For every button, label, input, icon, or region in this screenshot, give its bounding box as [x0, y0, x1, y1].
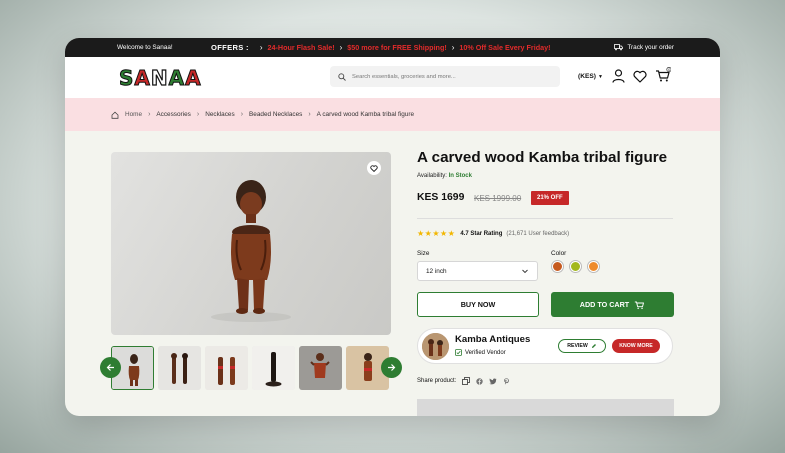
share-label: Share product:: [417, 378, 457, 384]
buy-now-button[interactable]: BUY NOW: [417, 292, 539, 317]
home-icon[interactable]: [111, 111, 119, 119]
verified-vendor-label: Verified Vendor: [465, 349, 506, 356]
announcement-bar: Welcome to Sanaa! OFFERS : › 24-Hour Fla…: [65, 38, 720, 57]
color-swatch-1[interactable]: [552, 261, 563, 272]
breadcrumb-current: A carved wood Kamba tribal figure: [316, 111, 415, 118]
thumbnails-next-button[interactable]: [381, 357, 402, 378]
currency-label: (KES): [578, 73, 596, 80]
chevron-down-icon: [522, 269, 528, 274]
chevron-right-icon: ›: [339, 43, 343, 52]
arrow-left-icon: [106, 364, 114, 371]
search-placeholder: Search essentials, groceries and more...: [352, 73, 456, 80]
availability-label: Availability:: [417, 173, 447, 179]
color-label: Color: [551, 250, 567, 257]
chevron-right-icon: ›: [240, 111, 244, 118]
chevron-right-icon: ›: [196, 111, 200, 118]
breadcrumb-accessories[interactable]: Accessories: [156, 111, 190, 118]
product-price: KES 1699: [417, 192, 465, 203]
thumbnails-prev-button[interactable]: [100, 357, 121, 378]
breadcrumb-home[interactable]: Home: [125, 111, 142, 118]
verified-vendor: Verified Vendor: [455, 349, 506, 356]
product-section: A carved wood Kamba tribal figure Availa…: [65, 131, 720, 416]
facebook-icon[interactable]: [476, 377, 484, 385]
size-select[interactable]: 12 inch: [417, 261, 538, 281]
vendor-card: Kamba Antiques Verified Vendor REVIEW KN…: [417, 328, 673, 364]
currency-selector[interactable]: (KES) ▼: [578, 73, 603, 80]
thumbnail-4[interactable]: [252, 346, 295, 390]
breadcrumb: Home › Accessories › Necklaces › Beaded …: [65, 98, 720, 131]
add-to-cart-button[interactable]: ADD TO CART: [551, 292, 674, 317]
color-swatch-3[interactable]: [588, 261, 599, 272]
size-label: Size: [417, 250, 430, 257]
availability-status: In Stock: [448, 173, 472, 179]
know-more-button[interactable]: KNOW MORE: [612, 339, 660, 353]
product-title: A carved wood Kamba tribal figure: [417, 149, 668, 166]
content-placeholder: [417, 399, 674, 416]
offers-label: OFFERS :: [211, 43, 249, 52]
offer-free-shipping[interactable]: $50 more for FREE Shipping!: [347, 43, 446, 52]
cart-icon: [635, 301, 645, 309]
product-rating[interactable]: ★★★★★ 4.7 Star Rating (21,671 User feedb…: [417, 229, 569, 238]
vendor-name[interactable]: Kamba Antiques: [455, 334, 530, 345]
thumbnail-3[interactable]: [205, 346, 248, 390]
pinterest-icon[interactable]: [503, 377, 510, 385]
heart-icon: [370, 164, 378, 172]
size-value: 12 inch: [426, 267, 447, 275]
divider: [417, 218, 673, 219]
rating-stars-icon: ★★★★★: [417, 229, 456, 238]
user-icon[interactable]: [612, 69, 625, 83]
breadcrumb-beaded-necklaces[interactable]: Beaded Necklaces: [249, 111, 302, 118]
add-to-wishlist-button[interactable]: [367, 161, 381, 175]
verified-check-icon: [455, 349, 462, 356]
availability: Availability: In Stock: [417, 173, 472, 179]
twitter-icon[interactable]: [489, 377, 497, 385]
chevron-right-icon: ›: [451, 43, 455, 52]
app-window: Welcome to Sanaa! OFFERS : › 24-Hour Fla…: [65, 38, 720, 416]
thumbnail-image: [158, 346, 201, 390]
truck-icon: [614, 44, 624, 51]
offer-friday-sale[interactable]: 10% Off Sale Every Friday!: [459, 43, 550, 52]
discount-badge: 21% OFF: [531, 191, 569, 205]
pencil-icon: [591, 344, 596, 348]
breadcrumb-necklaces[interactable]: Necklaces: [205, 111, 234, 118]
rating-feedback-count: (21,671 User feedback): [506, 230, 570, 237]
review-button[interactable]: REVIEW: [558, 339, 606, 353]
arrow-right-icon: [388, 364, 396, 371]
search-input[interactable]: Search essentials, groceries and more...: [330, 66, 560, 87]
site-header: SANAA Search essentials, groceries and m…: [65, 57, 720, 98]
track-order-label: Track your order: [627, 44, 674, 51]
vendor-avatar-image: [422, 333, 449, 360]
chevron-right-icon: ›: [259, 43, 263, 52]
thumbnail-strip: [111, 346, 389, 390]
kamba-figure-image: [211, 180, 291, 322]
chevron-right-icon: ›: [308, 111, 311, 118]
thumbnail-image: [252, 346, 295, 390]
share-product: Share product:: [417, 377, 510, 385]
track-order-link[interactable]: Track your order: [614, 44, 674, 51]
product-old-price: KES 1999.00: [474, 194, 522, 203]
offer-flash-sale[interactable]: 24-Hour Flash Sale!: [268, 43, 335, 52]
cart-count-badge: 0: [668, 67, 671, 72]
caret-down-icon: ▼: [597, 73, 603, 80]
chevron-right-icon: ›: [148, 111, 151, 118]
sanaa-logo[interactable]: SANAA: [118, 65, 202, 90]
thumbnail-image: [205, 346, 248, 390]
thumbnail-image: [299, 346, 342, 390]
product-main-image[interactable]: [111, 152, 391, 335]
add-to-cart-label: ADD TO CART: [579, 300, 630, 309]
thumbnail-5[interactable]: [299, 346, 342, 390]
copy-link-icon[interactable]: [462, 377, 471, 385]
vendor-avatar[interactable]: [422, 333, 449, 360]
thumbnail-2[interactable]: [158, 346, 201, 390]
color-swatch-2[interactable]: [570, 261, 581, 272]
heart-icon[interactable]: [633, 70, 647, 83]
review-label: REVIEW: [567, 343, 588, 349]
search-icon: [338, 72, 346, 81]
welcome-text: Welcome to Sanaa!: [117, 44, 173, 51]
rating-text: 4.7 Star Rating: [460, 230, 503, 237]
